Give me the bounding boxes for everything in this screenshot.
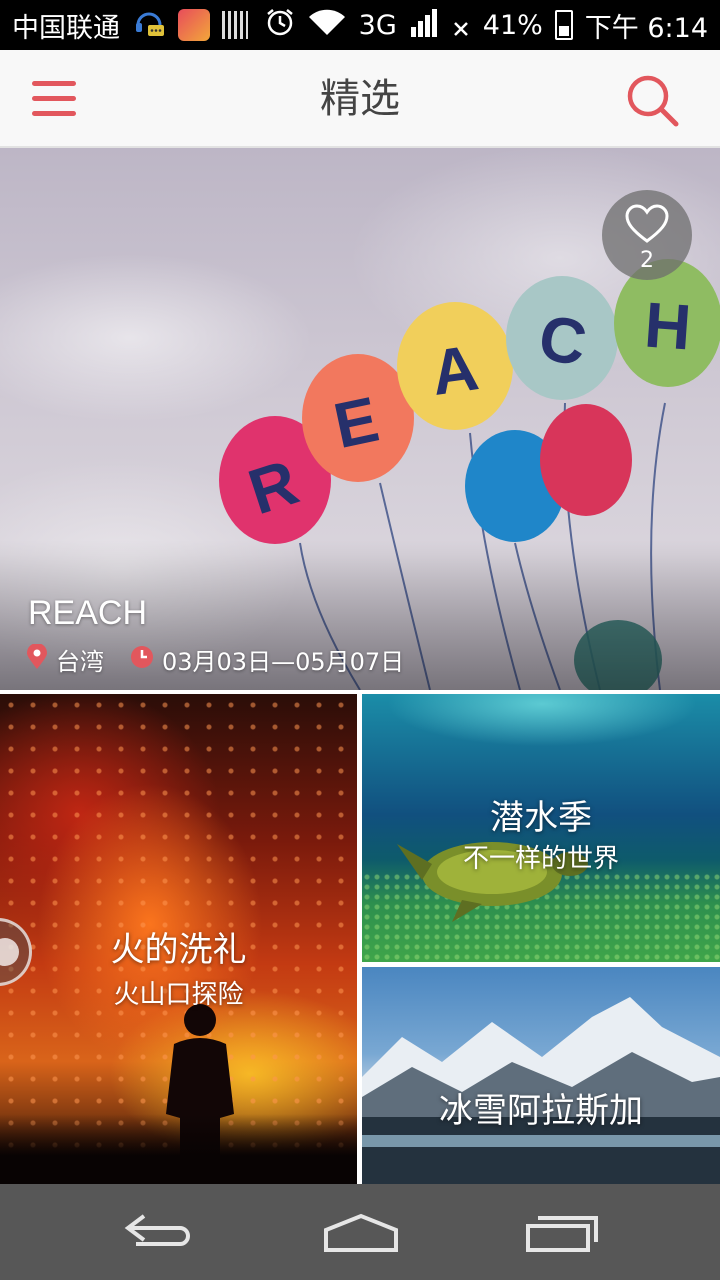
battery-icon: [554, 10, 573, 40]
featured-meta: 台湾 03月03日—05月07日: [26, 642, 404, 677]
featured-date-range: 03月03日—05月07日: [162, 648, 405, 676]
clock-icon: [130, 645, 154, 675]
barcode-icon: [222, 11, 248, 39]
home-icon: [324, 1213, 398, 1252]
recent-apps-button[interactable]: [516, 1204, 606, 1260]
tile-volcano-title: 火的洗礼: [110, 930, 247, 970]
wifi-icon: [307, 7, 347, 44]
alarm-icon: [265, 7, 295, 44]
hamburger-icon: [32, 81, 76, 86]
search-icon: [627, 75, 679, 127]
headset-chat-icon: [132, 5, 166, 46]
pin-icon: [26, 642, 48, 676]
menu-button[interactable]: [22, 72, 86, 126]
recent-apps-icon: [526, 1216, 598, 1252]
carrier-name: 中国联通: [12, 12, 120, 44]
tile-volcano-subtitle: 火山口探险: [113, 980, 244, 1010]
tile-diving-title: 潜水季: [490, 798, 592, 838]
tile-alaska[interactable]: 冰雪阿拉斯加: [362, 967, 720, 1184]
svg-text:H: H: [642, 288, 693, 363]
clock-time: 下午 6:14: [584, 12, 708, 44]
tile-diving[interactable]: 潜水季 不一样的世界: [362, 694, 720, 962]
like-button[interactable]: 2: [602, 190, 692, 280]
search-button[interactable]: [622, 70, 684, 132]
app-notification-icon: [178, 9, 210, 41]
heart-icon: [625, 204, 669, 243]
like-count: 2: [640, 248, 654, 273]
featured-title: REACH: [28, 594, 148, 632]
no-signal-icon: [451, 7, 471, 44]
tile-volcano[interactable]: 火的洗礼 火山口探险: [0, 694, 357, 1184]
tile-alaska-title: 冰雪阿拉斯加: [439, 1091, 643, 1131]
signal-icon: [409, 7, 439, 44]
page-title: 精选: [320, 76, 400, 122]
app-bar: 精选: [0, 50, 720, 148]
featured-location: 台湾: [56, 648, 104, 676]
tile-diving-subtitle: 不一样的世界: [462, 844, 619, 874]
status-bar: 中国联通 3G 41% 下午 6:14: [0, 0, 720, 50]
back-icon: [124, 1214, 190, 1246]
back-button[interactable]: [114, 1204, 204, 1260]
featured-card[interactable]: R E A C H 2 REACH 台湾 03月03日—05月07日: [0, 148, 720, 690]
home-button[interactable]: [316, 1204, 406, 1260]
system-nav-bar: [0, 1184, 720, 1280]
network-type: 3G: [358, 9, 397, 41]
mountain-image: [362, 997, 720, 1184]
battery-level: 41%: [482, 9, 543, 41]
